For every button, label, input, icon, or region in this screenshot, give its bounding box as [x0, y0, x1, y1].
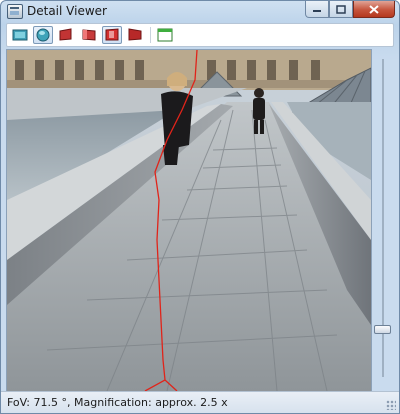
spherical-projection-button[interactable]: [33, 26, 53, 44]
zoom-slider-thumb[interactable]: [374, 324, 391, 334]
flag-left-icon: [59, 28, 72, 41]
flag-mid-icon: [82, 29, 96, 41]
status-bar: FoV: 71.5 °, Magnification: approx. 2.5 …: [1, 391, 399, 413]
close-icon: [369, 4, 379, 14]
toolbar-separator: [150, 27, 151, 43]
flag-right-icon: [128, 28, 142, 41]
window-controls: [305, 1, 395, 18]
maximize-button[interactable]: [329, 1, 353, 18]
window-title: Detail Viewer: [27, 4, 107, 18]
rectangular-projection-button[interactable]: [10, 26, 30, 44]
panorama-view[interactable]: [6, 49, 372, 392]
title-bar[interactable]: Detail Viewer: [1, 1, 399, 21]
app-icon: [7, 4, 23, 19]
resize-grip[interactable]: [386, 400, 396, 410]
spherical-projection-icon: [36, 28, 50, 42]
flag-right-button[interactable]: [125, 26, 145, 44]
flag-left-button[interactable]: [56, 26, 76, 44]
flag-red-icon: [105, 28, 119, 41]
louvre-pyramid-walkway-photo: [7, 50, 371, 391]
minimize-button[interactable]: [305, 1, 329, 18]
maximize-icon: [336, 4, 346, 14]
rectangular-projection-icon: [12, 29, 28, 41]
detail-viewer-window: Detail Viewer FoV: 71.5 °, Magnification…: [0, 0, 400, 414]
toolbar: [6, 23, 394, 47]
minimize-icon: [313, 10, 321, 12]
flag-mid-button[interactable]: [79, 26, 99, 44]
window-icon: [157, 28, 173, 42]
window-button[interactable]: [155, 26, 175, 44]
status-text: FoV: 71.5 °, Magnification: approx. 2.5 …: [7, 396, 228, 409]
flag-red-button[interactable]: [102, 26, 122, 44]
zoom-slider[interactable]: [373, 49, 394, 390]
close-button[interactable]: [353, 1, 395, 18]
